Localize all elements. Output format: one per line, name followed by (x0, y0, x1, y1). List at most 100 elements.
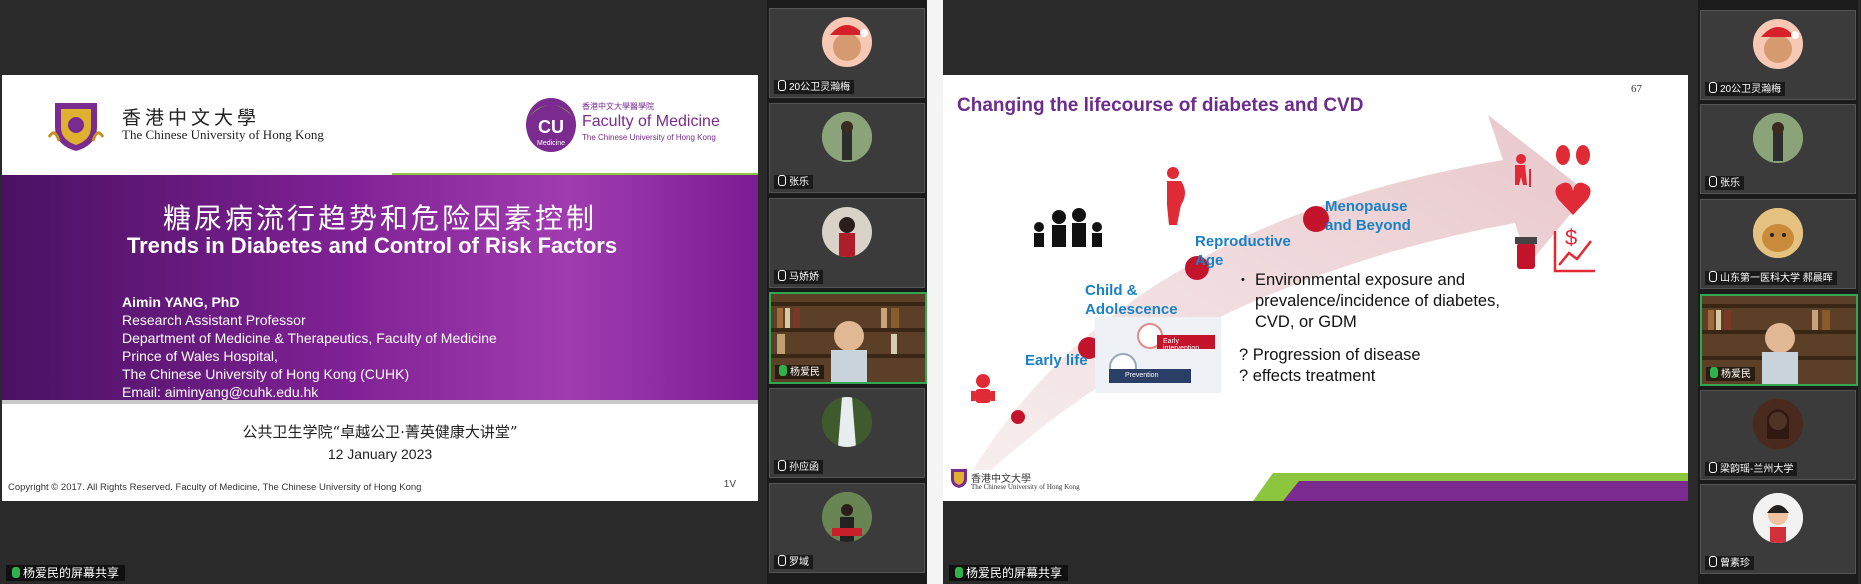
author-line: Department of Medicine & Therapeutics, F… (122, 330, 497, 346)
pill-bottle-icon (1515, 237, 1537, 269)
participant-name: 20公卫灵瀚梅 (1705, 82, 1786, 96)
mic-icon (1709, 176, 1717, 187)
screen-share-label[interactable]: 杨爱民的屏幕共享 (6, 565, 126, 581)
participant-name: 张乐 (1705, 176, 1744, 190)
early-intervention-tag: Early intervention (1157, 335, 1215, 352)
participant-name: 曾素珍 (1705, 556, 1754, 570)
cuhk-crest-logo (951, 469, 967, 488)
avatar (1753, 19, 1803, 69)
intervention-inset-image: Early intervention Prevention (1095, 317, 1221, 393)
author-line: The Chinese University of Hong Kong (CUH… (122, 366, 410, 382)
mic-icon (1709, 462, 1717, 473)
question-line: ? effects treatment (1239, 367, 1376, 385)
participant-name: 山东第一医科大学 郝晨晖 (1705, 271, 1837, 285)
stage-label-line: Child & (1085, 282, 1138, 299)
participant-tile[interactable]: 罗域 (769, 483, 925, 573)
avatar (1753, 399, 1803, 449)
slide-title-en: Trends in Diabetes and Control of Risk F… (126, 233, 618, 258)
avatar (1753, 208, 1803, 258)
participant-tile-speaking[interactable]: 杨爱民 (769, 292, 927, 384)
stage-label-line: Reproductive (1195, 233, 1291, 250)
mic-icon (778, 270, 786, 281)
avatar (822, 17, 872, 67)
participant-tile[interactable]: 梁韵瑶-兰州大学 (1700, 390, 1856, 480)
cuhk-crest-logo (47, 103, 105, 151)
participant-strip: 20公卫灵瀚梅 张乐 马娇娇 杨爱民 孙应函 罗域 (767, 0, 927, 584)
bullet-line: prevalence/incidence of diabetes, (1255, 292, 1500, 310)
window-separator (927, 0, 943, 584)
stage-early-life: Early life (1025, 352, 1088, 369)
stage-label-line: Menopause (1325, 198, 1408, 215)
participant-name: 杨爱民 (775, 365, 824, 379)
participant-tile[interactable]: 张乐 (1700, 104, 1856, 194)
avatar (822, 112, 872, 162)
participant-name: 杨爱民 (1706, 367, 1755, 381)
cuhk-name-cn: 香港中文大學 (122, 107, 261, 129)
participant-strip: 20公卫灵瀚梅 张乐 山东第一医科大学 郝晨晖 杨爱民 梁韵瑶-兰州大学 曾素珍 (1698, 0, 1858, 584)
copyright-text: Copyright © 2017. All Rights Reserved. F… (8, 482, 422, 493)
cu-logo-sub: Medicine (537, 140, 565, 147)
screen-share-name: 杨爱民的屏幕共享 (966, 566, 1063, 580)
participant-tile[interactable]: 马娇娇 (769, 198, 925, 288)
avatar (822, 207, 872, 257)
mic-icon (1709, 556, 1717, 567)
fom-name-cn: 香港中文大學醫學院 (582, 102, 654, 111)
author-line: Research Assistant Professor (122, 312, 306, 328)
cuhk-name-en: The Chinese University of Hong Kong (122, 127, 324, 142)
participant-name: 马娇娇 (774, 270, 823, 284)
cu-medicine-logo: CU Medicine (526, 98, 576, 152)
bullet-icon: • (1241, 274, 1245, 286)
question-line: ? Progression of disease (1239, 346, 1421, 364)
lecture-date: 12 January 2023 (327, 446, 433, 462)
author-email: Email: aiminyang@cuhk.edu.hk (122, 384, 319, 400)
mic-icon (779, 365, 787, 376)
cost-chart-icon: $ (1553, 225, 1595, 273)
participant-tile[interactable]: 张乐 (769, 103, 925, 193)
shared-slide-lifecourse: Changing the lifecourse of diabetes and … (943, 75, 1688, 501)
inset-label: Early intervention (1163, 338, 1200, 352)
participant-name: 梁韵瑶-兰州大学 (1705, 462, 1798, 476)
author-block: Aimin YANG, PhD Research Assistant Profe… (122, 293, 497, 401)
left-meeting-window: 香港中文大學 The Chinese University of Hong Ko… (0, 0, 927, 584)
stage-menopause: Menopause and Beyond (1325, 197, 1411, 235)
inset-label: Prevention (1125, 372, 1159, 379)
mic-icon (778, 460, 786, 471)
svg-text:$: $ (1565, 225, 1577, 250)
participant-tile[interactable]: 20公卫灵瀚梅 (769, 8, 925, 98)
mic-icon (778, 80, 786, 91)
bullet-line: Environmental exposure and (1255, 271, 1466, 289)
stage-reproductive-age: Reproductive Age (1195, 232, 1291, 270)
participant-tile-speaking[interactable]: 杨爱民 (1700, 294, 1858, 386)
screen-share-label[interactable]: 杨爱民的屏幕共享 (949, 565, 1069, 581)
avatar (822, 397, 872, 447)
slide-title-cn: 糖尿病流行趋势和危险因素控制 (162, 202, 597, 235)
participant-name: 孙应函 (774, 460, 823, 474)
stage-label-line: Age (1195, 252, 1224, 269)
stage-label-line: and Beyond (1325, 217, 1411, 234)
bullet-text: • Environmental exposure and prevalence/… (1241, 270, 1500, 333)
participant-name: 张乐 (774, 175, 813, 189)
page-number: 1V (723, 479, 736, 490)
stage-child-adolescence: Child & Adolescence (1085, 281, 1178, 319)
bullet-line: CVD, or GDM (1255, 313, 1357, 331)
family-icon (1034, 208, 1102, 247)
mic-icon (1709, 271, 1717, 282)
right-meeting-window: Changing the lifecourse of diabetes and … (943, 0, 1861, 584)
avatar (1753, 493, 1803, 543)
participant-tile[interactable]: 20公卫灵瀚梅 (1700, 10, 1856, 100)
mic-icon (955, 567, 963, 578)
lecture-series: 公共卫生学院“卓越公卫·菁英健康大讲堂” (242, 423, 518, 441)
avatar (1753, 113, 1803, 163)
participant-tile[interactable]: 孙应函 (769, 388, 925, 478)
questions-text: ? Progression of disease ? effects treat… (1239, 345, 1421, 387)
mic-icon (1709, 82, 1717, 93)
cu-logo-text: CU (538, 117, 564, 137)
author-line: Prince of Wales Hospital, (122, 348, 278, 364)
fom-sub: The Chinese University of Hong Kong (582, 133, 716, 142)
title-banner: 糖尿病流行趋势和危险因素控制 Trends in Diabetes and Co… (2, 175, 758, 400)
participant-name: 罗域 (774, 555, 813, 569)
participant-tile[interactable]: 山东第一医科大学 郝晨晖 (1700, 199, 1856, 289)
participant-tile[interactable]: 曾素珍 (1700, 484, 1856, 574)
mic-icon (12, 567, 20, 578)
mic-icon (1710, 367, 1718, 378)
